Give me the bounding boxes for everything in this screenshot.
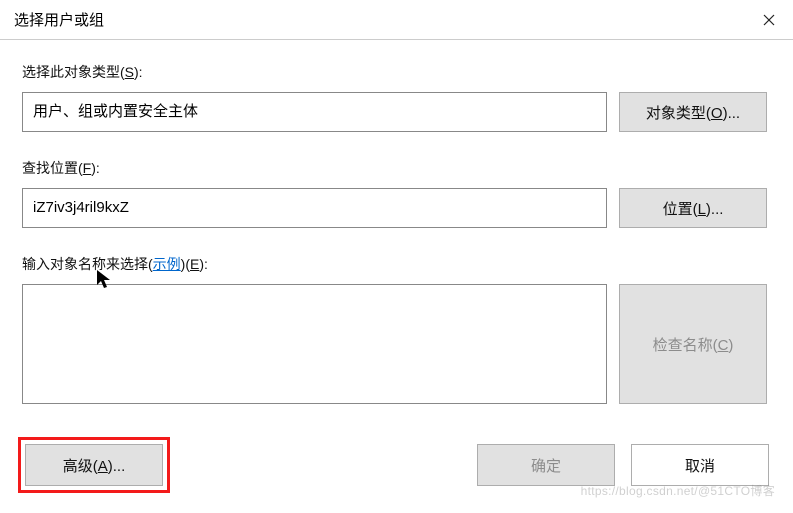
ok-button[interactable]: 确定	[477, 444, 615, 486]
object-types-button[interactable]: 对象类型(O)...	[619, 92, 767, 132]
object-type-label: 选择此对象类型(S):	[22, 62, 767, 82]
window-title: 选择用户或组	[14, 9, 104, 30]
location-field: iZ7iv3j4ril9kxZ	[22, 188, 607, 228]
object-type-field: 用户、组或内置安全主体	[22, 92, 607, 132]
examples-link[interactable]: 示例	[153, 256, 181, 272]
cancel-button[interactable]: 取消	[631, 444, 769, 486]
dialog-body: 选择此对象类型(S): 用户、组或内置安全主体 对象类型(O)... 查找位置(…	[0, 40, 793, 420]
object-names-input[interactable]	[22, 284, 607, 404]
advanced-button[interactable]: 高级(A)...	[25, 444, 163, 486]
close-button[interactable]	[745, 0, 793, 40]
locations-button[interactable]: 位置(L)...	[619, 188, 767, 228]
dialog-footer: 高级(A)... 确定 取消	[22, 437, 769, 493]
close-icon	[763, 14, 775, 26]
object-names-label: 输入对象名称来选择(示例)(E):	[22, 254, 767, 274]
advanced-highlight: 高级(A)...	[18, 437, 170, 493]
location-label: 查找位置(F):	[22, 158, 767, 178]
check-names-button[interactable]: 检查名称(C)	[619, 284, 767, 404]
titlebar: 选择用户或组	[0, 0, 793, 40]
